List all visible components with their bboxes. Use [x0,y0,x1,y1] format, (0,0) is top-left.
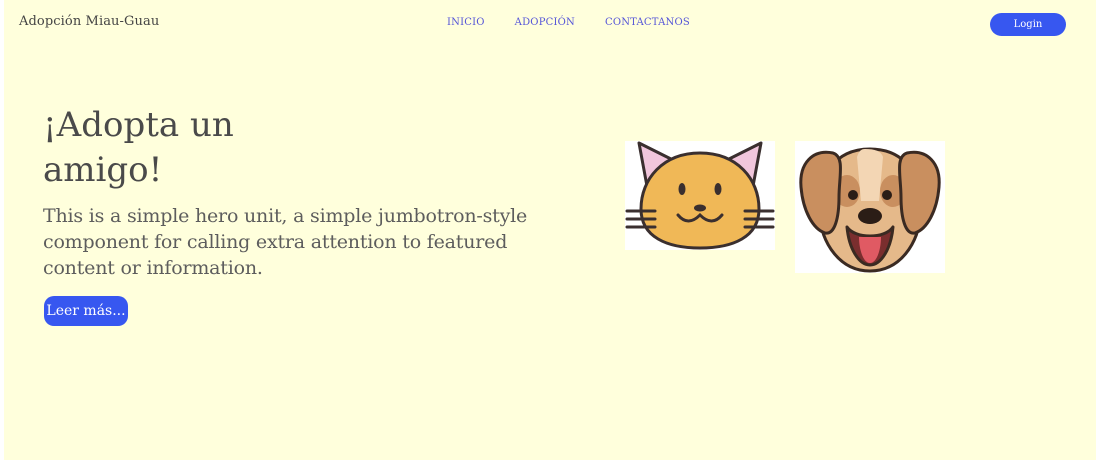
page-background: Adopción Miau-Guau INICIO ADOPCIÓN CONTA… [4,0,1096,460]
dog-image [795,141,945,273]
dog-face-icon [799,147,941,273]
main-nav: INICIO ADOPCIÓN CONTACTANOS [447,17,690,28]
read-more-button[interactable]: Leer más... [44,296,128,326]
hero-title: ¡Adopta un amigo! [43,105,234,190]
cat-face-icon [625,141,775,250]
hero-lead: This is a simple hero unit, a simple jum… [43,205,528,279]
brand-name[interactable]: Adopción Miau-Guau [19,14,159,29]
nav-link-inicio[interactable]: INICIO [447,17,485,28]
nav-link-adopcion[interactable]: ADOPCIÓN [515,17,575,28]
login-button[interactable]: Login [990,13,1066,36]
nav-link-contactanos[interactable]: CONTACTANOS [605,17,690,28]
cat-image [625,141,775,250]
